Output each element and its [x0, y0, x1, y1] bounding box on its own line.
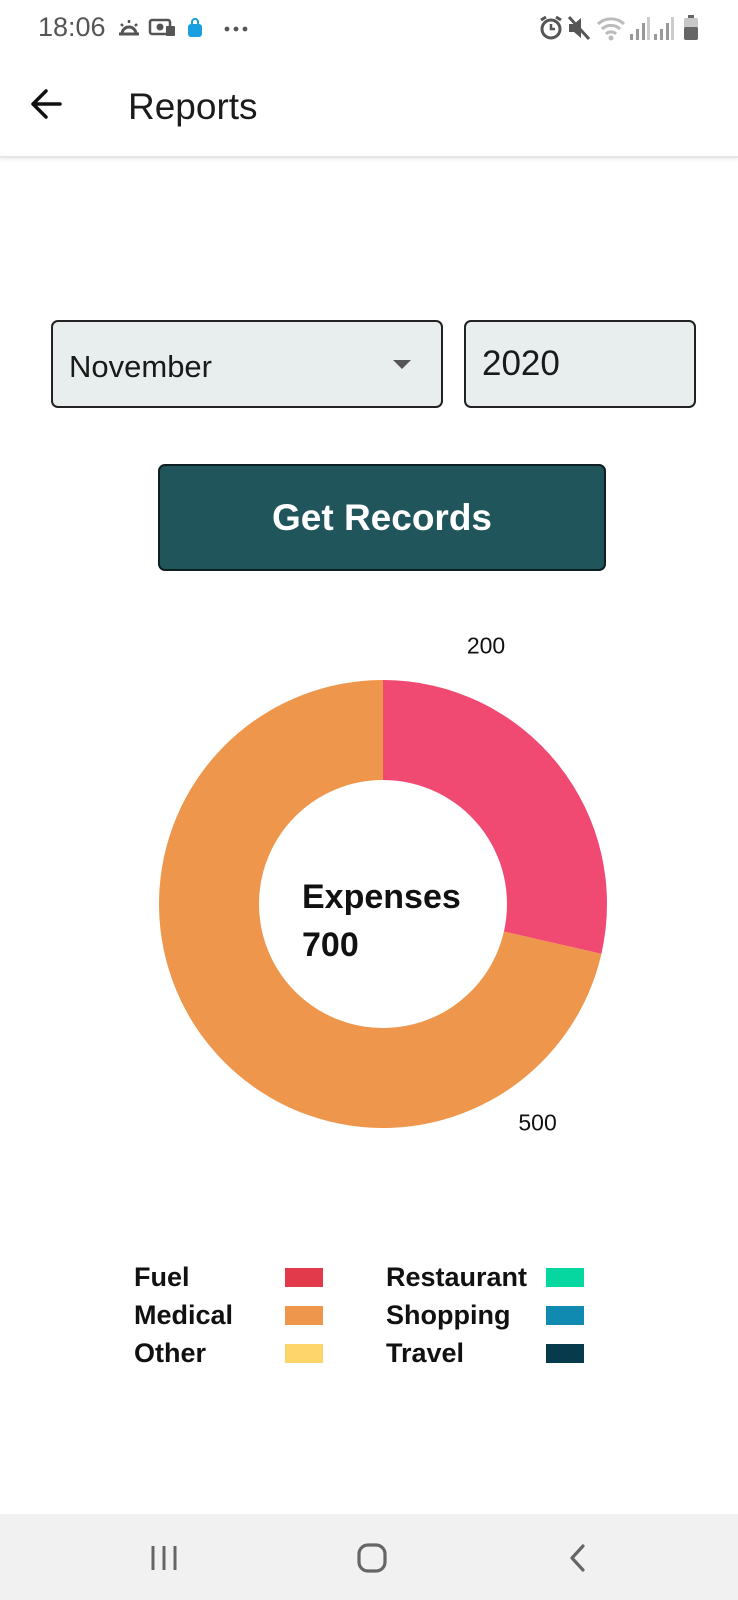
legend-item-fuel: Fuel — [134, 1262, 325, 1300]
legend-label: Medical — [134, 1300, 234, 1330]
recent-apps-icon[interactable] — [143, 1536, 187, 1580]
chart-center-title: Expenses — [302, 878, 461, 916]
legend-item-other: Other — [134, 1338, 325, 1376]
legend-label: Fuel — [134, 1262, 190, 1292]
signal-icon — [630, 17, 650, 40]
back-icon[interactable] — [556, 1536, 600, 1580]
weather-icon — [119, 20, 139, 36]
legend-item-travel: Travel — [386, 1338, 586, 1376]
month-select-value: November — [69, 349, 212, 384]
legend-label: Other — [134, 1338, 207, 1368]
legend-swatch — [285, 1306, 323, 1325]
legend-item-shopping: Shopping — [386, 1300, 586, 1338]
legend-label: Shopping — [386, 1300, 511, 1330]
legend-item-restaurant: Restaurant — [386, 1262, 586, 1300]
expenses-donut-chart: 200 500 Expenses 700 — [159, 633, 607, 1136]
status-right-icons — [538, 12, 708, 42]
wifi-icon — [596, 17, 626, 41]
mute-icon — [567, 15, 591, 41]
slice-value-label-medical: 500 — [518, 1110, 556, 1136]
get-records-button[interactable]: Get Records — [158, 464, 606, 571]
back-arrow-icon[interactable] — [24, 80, 72, 128]
more-dots-icon — [224, 26, 248, 32]
legend-label: Restaurant — [386, 1262, 528, 1292]
home-icon[interactable] — [350, 1536, 394, 1580]
shopping-bag-icon — [188, 18, 202, 37]
signal-icon — [654, 17, 674, 40]
legend-item-medical: Medical — [134, 1300, 325, 1338]
legend-label: Travel — [386, 1338, 465, 1368]
legend-swatch — [285, 1268, 323, 1287]
alarm-icon — [540, 15, 562, 40]
chart-center-value: 700 — [302, 926, 359, 964]
dropdown-arrow-icon — [393, 360, 411, 369]
battery-icon — [684, 15, 698, 40]
chart-legend: Fuel Medical Other Restaurant Shopping Travel — [0, 1262, 738, 1382]
year-input[interactable]: 2020 — [464, 320, 696, 408]
month-select[interactable]: November — [51, 320, 443, 408]
screen: 18:06 Reports November 2020 Get Records … — [0, 0, 738, 1600]
system-nav-bar — [0, 1514, 738, 1600]
status-time: 18:06 — [38, 12, 106, 42]
slice-value-label-fuel: 200 — [467, 633, 505, 659]
legend-swatch — [546, 1268, 584, 1287]
app-bar: Reports — [0, 56, 738, 158]
page-title: Reports — [128, 86, 258, 127]
legend-swatch — [285, 1344, 323, 1363]
year-input-value: 2020 — [482, 344, 560, 383]
status-bar: 18:06 — [0, 0, 738, 56]
legend-swatch — [546, 1306, 584, 1325]
legend-swatch — [546, 1344, 584, 1363]
money-icon — [148, 18, 175, 36]
